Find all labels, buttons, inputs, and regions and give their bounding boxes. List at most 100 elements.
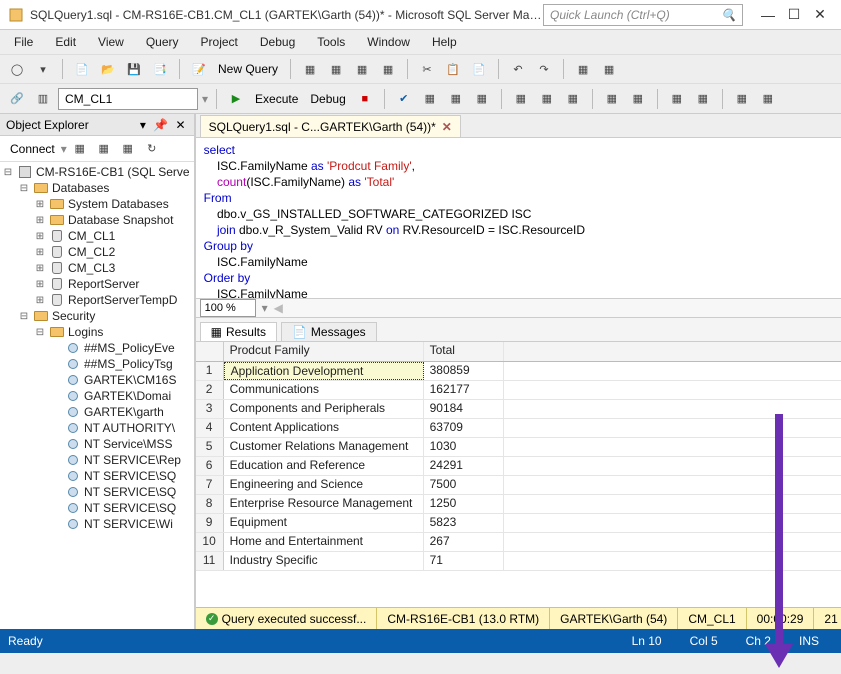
tree-item[interactable]: ⊟Security [0, 308, 194, 324]
parse-button[interactable]: ✔ [393, 88, 415, 110]
table-row[interactable]: 4Content Applications63709 [196, 419, 841, 438]
tree-item[interactable]: ⊞ReportServer [0, 276, 194, 292]
tb2-extra-icon[interactable]: ▦ [757, 88, 779, 110]
tb-icon-2[interactable]: ▦ [325, 58, 347, 80]
menu-file[interactable]: File [4, 33, 43, 51]
table-row[interactable]: 6Education and Reference24291 [196, 457, 841, 476]
disconnect-icon[interactable]: ▦ [69, 138, 91, 160]
new-query-button[interactable]: New Query [214, 62, 282, 76]
paste-button[interactable]: 📄 [468, 58, 490, 80]
tree-item[interactable]: GARTEK\garth [0, 404, 194, 420]
filter-icon[interactable]: ▦ [117, 138, 139, 160]
results-text-icon[interactable]: ▦ [510, 88, 532, 110]
tree-item[interactable]: ⊞Database Snapshot [0, 212, 194, 228]
tree-item[interactable]: ⊟Logins [0, 324, 194, 340]
close-panel-icon[interactable]: ✕ [174, 118, 188, 132]
close-button[interactable]: ✕ [807, 5, 833, 25]
tree-item[interactable]: ⊞CM_CL3 [0, 260, 194, 276]
copy-button[interactable]: 📋 [442, 58, 464, 80]
tb-icon-6[interactable]: ▦ [598, 58, 620, 80]
table-row[interactable]: 10Home and Entertainment267 [196, 533, 841, 552]
table-row[interactable]: 5Customer Relations Management1030 [196, 438, 841, 457]
results-file-icon[interactable]: ▦ [562, 88, 584, 110]
save-button[interactable]: 💾 [123, 58, 145, 80]
document-tab[interactable]: SQLQuery1.sql - C...GARTEK\Garth (54))* … [200, 115, 461, 137]
execute-icon[interactable]: ▶ [225, 88, 247, 110]
forward-button[interactable]: ▾ [32, 58, 54, 80]
tree-item[interactable]: ##MS_PolicyEve [0, 340, 194, 356]
menu-help[interactable]: Help [422, 33, 467, 51]
tree-item[interactable]: ⊞CM_CL1 [0, 228, 194, 244]
tree-item[interactable]: NT SERVICE\Wi [0, 516, 194, 532]
results-tab[interactable]: ▦ Results [200, 322, 277, 341]
tb-icon-3[interactable]: ▦ [351, 58, 373, 80]
tree-item[interactable]: NT Service\MSS [0, 436, 194, 452]
menu-window[interactable]: Window [357, 33, 420, 51]
refresh-icon[interactable]: ↻ [141, 138, 163, 160]
tree-item[interactable]: ##MS_PolicyTsg [0, 356, 194, 372]
specify-values-icon[interactable]: ▦ [731, 88, 753, 110]
messages-tab[interactable]: 📄 Messages [281, 322, 377, 341]
tree-item[interactable]: ⊞CM_CL2 [0, 244, 194, 260]
include-stats-icon[interactable]: ▦ [471, 88, 493, 110]
change-connection-icon[interactable]: 🔗 [6, 88, 28, 110]
table-row[interactable]: 8Enterprise Resource Management1250 [196, 495, 841, 514]
stop-button[interactable]: ■ [354, 88, 376, 110]
table-row[interactable]: 3Components and Peripherals90184 [196, 400, 841, 419]
menu-edit[interactable]: Edit [45, 33, 86, 51]
connect-button[interactable]: Connect [6, 142, 59, 156]
table-row[interactable]: 2Communications162177 [196, 381, 841, 400]
tree-item[interactable]: ⊞ReportServerTempD [0, 292, 194, 308]
table-row[interactable]: 1Application Development380859 [196, 362, 841, 381]
menu-query[interactable]: Query [136, 33, 189, 51]
database-dropdown[interactable]: CM_CL1 [58, 88, 198, 110]
back-button[interactable]: ◯ [6, 58, 28, 80]
tb-icon-5[interactable]: ▦ [572, 58, 594, 80]
tree-item[interactable]: NT SERVICE\SQ [0, 500, 194, 516]
tree-item[interactable]: GARTEK\Domai [0, 388, 194, 404]
tree-item[interactable]: NT SERVICE\SQ [0, 484, 194, 500]
table-row[interactable]: 11Industry Specific71 [196, 552, 841, 571]
tree-item[interactable]: GARTEK\CM16S [0, 372, 194, 388]
debug-button[interactable]: Debug [306, 92, 349, 106]
tab-close-icon[interactable]: ✕ [442, 120, 452, 134]
quick-launch-input[interactable]: Quick Launch (Ctrl+Q) 🔍 [543, 4, 743, 26]
pin-icon[interactable]: 📌 [151, 118, 170, 132]
object-explorer-tree[interactable]: ⊟CM-RS16E-CB1 (SQL Serve⊟Databases⊞Syste… [0, 162, 194, 629]
table-row[interactable]: 7Engineering and Science7500 [196, 476, 841, 495]
display-plan-icon[interactable]: ▦ [419, 88, 441, 110]
table-row[interactable]: 9Equipment5823 [196, 514, 841, 533]
available-db-icon[interactable]: ▥ [32, 88, 54, 110]
open-button[interactable]: 📂 [97, 58, 119, 80]
zoom-input[interactable] [200, 299, 256, 317]
redo-button[interactable]: ↷ [533, 58, 555, 80]
results-grid[interactable]: Prodcut FamilyTotal1Application Developm… [196, 342, 841, 607]
tree-item[interactable]: ⊟CM-RS16E-CB1 (SQL Serve [0, 164, 194, 180]
menu-debug[interactable]: Debug [250, 33, 305, 51]
menu-view[interactable]: View [88, 33, 134, 51]
minimize-button[interactable]: — [755, 5, 781, 25]
menu-project[interactable]: Project [191, 33, 248, 51]
tree-item[interactable]: ⊞System Databases [0, 196, 194, 212]
dropdown-icon[interactable]: ▾ [138, 118, 148, 132]
undo-button[interactable]: ↶ [507, 58, 529, 80]
new-query-icon[interactable]: 📝 [188, 58, 210, 80]
tree-item[interactable]: NT SERVICE\SQ [0, 468, 194, 484]
include-plan-icon[interactable]: ▦ [445, 88, 467, 110]
outdent-icon[interactable]: ▦ [692, 88, 714, 110]
comment-icon[interactable]: ▦ [601, 88, 623, 110]
save-all-button[interactable]: 📑 [149, 58, 171, 80]
tree-item[interactable]: NT AUTHORITY\ [0, 420, 194, 436]
maximize-button[interactable]: ☐ [781, 5, 807, 25]
results-grid-icon[interactable]: ▦ [536, 88, 558, 110]
tree-item[interactable]: ⊟Databases [0, 180, 194, 196]
tb-icon-1[interactable]: ▦ [299, 58, 321, 80]
menu-tools[interactable]: Tools [307, 33, 355, 51]
new-button[interactable]: 📄 [71, 58, 93, 80]
uncomment-icon[interactable]: ▦ [627, 88, 649, 110]
tree-item[interactable]: NT SERVICE\Rep [0, 452, 194, 468]
stop-icon[interactable]: ▦ [93, 138, 115, 160]
cut-button[interactable]: ✂ [416, 58, 438, 80]
tb-icon-4[interactable]: ▦ [377, 58, 399, 80]
indent-icon[interactable]: ▦ [666, 88, 688, 110]
